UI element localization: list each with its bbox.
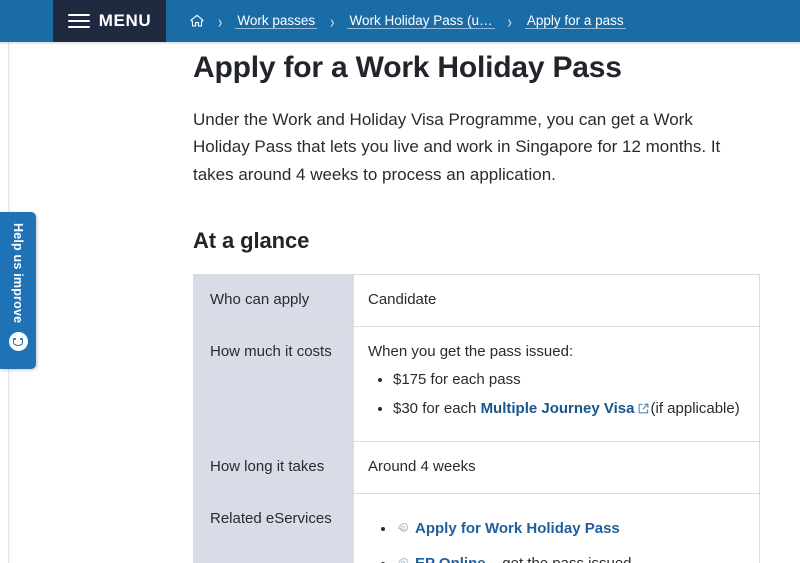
home-icon[interactable] (189, 13, 205, 29)
row-label-related-eservices: Related eServices (193, 492, 354, 563)
row-value-related-eservices: Apply for Work Holiday Pass EP Online – … (353, 492, 760, 563)
row-label-how-long-it-takes: How long it takes (193, 441, 354, 494)
eservice-link-apply-for-work-holiday-pass[interactable]: Apply for Work Holiday Pass (415, 520, 620, 537)
intro-paragraph: Under the Work and Holiday Visa Programm… (193, 109, 721, 184)
smiley-face-icon (8, 332, 28, 352)
eservice-link-ep-online[interactable]: EP Online (415, 555, 486, 563)
row-value-how-much-it-costs: When you get the pass issued: $175 for e… (353, 325, 760, 443)
help-us-improve-label: Help us improve (11, 223, 25, 324)
help-us-improve-tab[interactable]: Help us improve (0, 212, 36, 369)
breadcrumb-separator-1: › (218, 10, 223, 32)
table-row: How long it takes Around 4 weeks (193, 441, 760, 494)
hamburger-icon (67, 13, 90, 29)
cost-item-pass-fee: $175 for each pass (393, 371, 521, 389)
row-label-who-can-apply: Who can apply (193, 274, 354, 327)
costs-bullet-list: $175 for each pass $30 for each Multiple… (368, 369, 745, 421)
breadcrumb-separator-3: › (507, 10, 512, 32)
external-link-icon (638, 399, 649, 422)
menu-button[interactable]: MENU (53, 0, 166, 42)
page-root: MENU › Work passes › Work Holiday Pass (… (0, 0, 800, 563)
gear-icon (396, 556, 410, 563)
menu-button-label: MENU (98, 11, 152, 30)
list-item: EP Online – get the pass issued (396, 553, 745, 563)
list-item: $175 for each pass (393, 369, 745, 392)
section-title-at-a-glance: At a glance (193, 228, 310, 254)
row-value-who-can-apply: Candidate (353, 274, 760, 327)
table-row: Related eServices Apply for Work Holiday… (193, 492, 760, 563)
breadcrumb: › Work passes › Work Holiday Pass (u… › … (189, 0, 626, 42)
main-content: Apply for a Work Holiday Pass Under the … (193, 42, 763, 563)
list-item: $30 for each Multiple Journey Visa (if a… (393, 398, 745, 422)
eservice-suffix-ep-online: – get the pass issued (486, 555, 632, 563)
table-row: Who can apply Candidate (193, 274, 760, 327)
list-item: Apply for Work Holiday Pass (396, 518, 745, 544)
breadcrumb-item-apply-for-a-pass[interactable]: Apply for a pass (524, 13, 626, 29)
row-label-how-much-it-costs: How much it costs (193, 325, 354, 443)
cost-item-mjv-suffix: (if applicable) (650, 399, 740, 417)
at-a-glance-table: Who can apply Candidate How much it cost… (193, 274, 760, 563)
multiple-journey-visa-link[interactable]: Multiple Journey Visa (481, 400, 635, 417)
page-title: Apply for a Work Holiday Pass (193, 51, 622, 84)
breadcrumb-item-work-holiday-pass[interactable]: Work Holiday Pass (u… (347, 13, 495, 29)
row-value-how-long-it-takes: Around 4 weeks (353, 441, 760, 494)
breadcrumb-item-work-passes[interactable]: Work passes (235, 13, 318, 29)
breadcrumb-separator-2: › (330, 10, 335, 32)
gear-icon (396, 521, 410, 544)
costs-lead-text: When you get the pass issued: (368, 342, 574, 360)
eservices-list: Apply for Work Holiday Pass EP Online – … (368, 518, 745, 563)
table-row: How much it costs When you get the pass … (193, 325, 760, 443)
cost-item-mjv-prefix: $30 for each (393, 399, 481, 417)
